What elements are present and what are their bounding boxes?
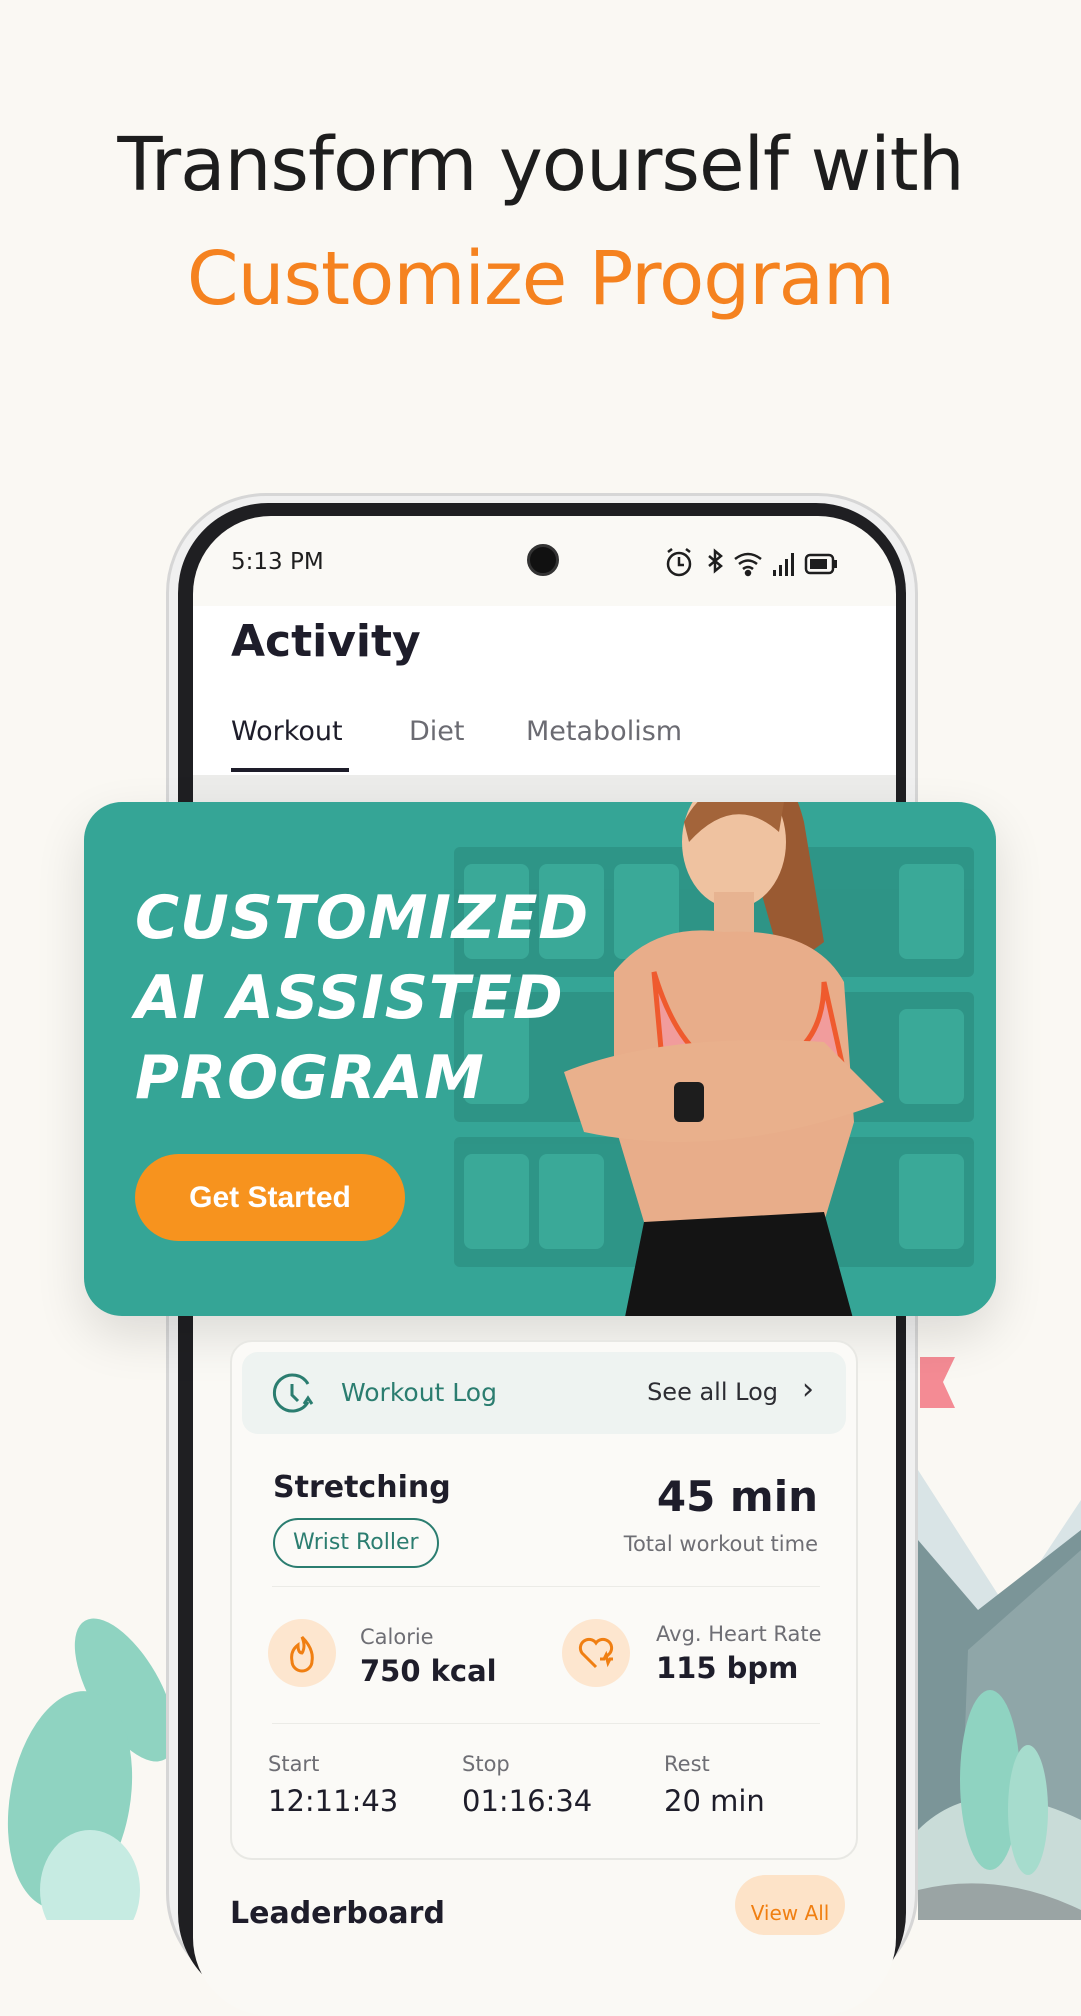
- start-value: 12:11:43: [268, 1784, 399, 1818]
- status-time: 5:13 PM: [231, 549, 324, 575]
- signal-icon: [773, 553, 794, 576]
- workout-log-title: Workout Log: [341, 1378, 497, 1407]
- exercise-name: Stretching: [273, 1470, 451, 1505]
- tab-workout[interactable]: Workout: [231, 716, 343, 747]
- tab-metabolism[interactable]: Metabolism: [526, 716, 682, 747]
- heart-rate-icon: [562, 1619, 630, 1687]
- calorie-label: Calorie: [360, 1625, 434, 1649]
- headline-line2: Customize Program: [186, 236, 895, 322]
- rest-label: Rest: [664, 1752, 710, 1776]
- workout-log-header[interactable]: Workout Log See all Log ›: [242, 1352, 846, 1434]
- tab-diet[interactable]: Diet: [409, 716, 465, 747]
- wifi-icon: [734, 552, 762, 577]
- calorie-value: 750 kcal: [360, 1654, 497, 1688]
- total-time-label: Total workout time: [623, 1532, 818, 1556]
- mountain-illustration: [918, 1357, 1081, 1920]
- banner-line3: PROGRAM: [135, 1043, 485, 1113]
- heart-rate-value: 115 bpm: [656, 1651, 799, 1685]
- workout-log-card: Workout Log See all Log › Stretching Wri…: [230, 1340, 858, 1860]
- banner-line1: CUSTOMIZED: [135, 883, 590, 953]
- chevron-right-icon[interactable]: ›: [802, 1372, 814, 1407]
- camera-icon: [527, 544, 559, 576]
- start-label: Start: [268, 1752, 320, 1776]
- flame-icon: [268, 1619, 336, 1687]
- total-time: 45 min: [656, 1472, 818, 1521]
- alarm-icon: [666, 548, 692, 577]
- get-started-button[interactable]: Get Started: [135, 1154, 405, 1241]
- bluetooth-icon: [708, 548, 723, 574]
- rest-value: 20 min: [664, 1784, 765, 1818]
- stop-value: 01:16:34: [462, 1784, 593, 1818]
- headline-line1: Transform yourself with: [117, 122, 964, 208]
- active-tab-indicator: [231, 768, 349, 772]
- leaf-illustration: [7, 1618, 170, 1920]
- leaderboard-title: Leaderboard: [230, 1896, 445, 1931]
- page-title: Activity: [231, 616, 421, 667]
- see-all-log-link[interactable]: See all Log: [647, 1378, 778, 1406]
- history-clock-icon: [272, 1373, 314, 1413]
- heart-rate-label: Avg. Heart Rate: [656, 1622, 822, 1646]
- status-icons: [666, 548, 837, 577]
- banner-line2: AI ASSISTED: [135, 963, 564, 1033]
- exercise-tag[interactable]: Wrist Roller: [273, 1518, 439, 1568]
- stop-label: Stop: [462, 1752, 510, 1776]
- promo-banner[interactable]: CUSTOMIZED AI ASSISTED PROGRAM Get Start…: [84, 802, 996, 1316]
- view-all-button[interactable]: View All: [735, 1875, 845, 1935]
- battery-icon: [804, 553, 837, 575]
